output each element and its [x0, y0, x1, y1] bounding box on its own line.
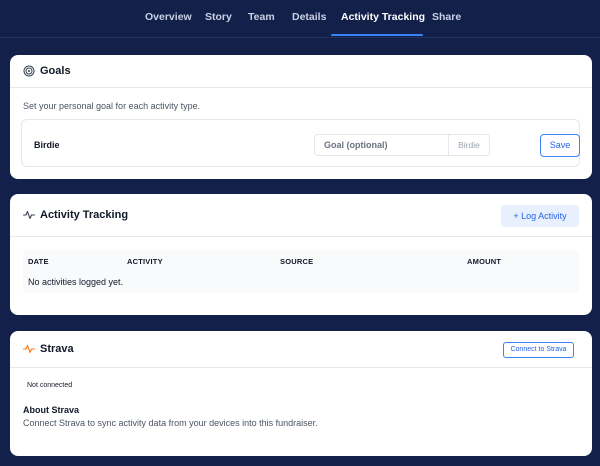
top-nav: Overview Story Team Details Activity Tra… — [0, 0, 600, 38]
goal-row: Birdie Birdie Save — [21, 119, 580, 167]
strava-title: Strava — [40, 343, 74, 355]
goal-activity-name: Birdie — [34, 140, 60, 150]
goals-card: Goals Set your personal goal for each ac… — [10, 55, 592, 179]
tab-share[interactable]: Share — [432, 0, 461, 36]
column-header-amount: AMOUNT — [467, 257, 502, 266]
strava-card: Strava Connect to Strava Not connected A… — [10, 331, 592, 456]
log-activity-button[interactable]: + Log Activity — [501, 205, 579, 227]
activity-table: DATE ACTIVITY SOURCE AMOUNT No activitie… — [23, 250, 579, 293]
connect-strava-button[interactable]: Connect to Strava — [503, 342, 574, 358]
activity-card: Activity Tracking + Log Activity DATE AC… — [10, 194, 592, 315]
activity-card-header: Activity Tracking + Log Activity — [10, 194, 592, 237]
goal-input[interactable] — [314, 134, 448, 156]
tab-activity-tracking[interactable]: Activity Tracking — [341, 0, 425, 36]
goals-title: Goals — [40, 65, 71, 77]
about-strava-title: About Strava — [23, 405, 80, 415]
strava-pulse-icon — [23, 344, 35, 354]
goals-description: Set your personal goal for each activity… — [23, 101, 201, 111]
goals-card-header: Goals — [10, 55, 592, 88]
empty-state-text: No activities logged yet. — [28, 277, 124, 287]
strava-card-header: Strava Connect to Strava — [10, 331, 592, 368]
target-icon — [23, 65, 35, 77]
tab-story[interactable]: Story — [205, 0, 232, 36]
pulse-icon — [23, 210, 35, 220]
strava-status: Not connected — [27, 382, 73, 389]
column-header-source: SOURCE — [280, 257, 314, 266]
tab-details[interactable]: Details — [292, 0, 326, 36]
tab-team[interactable]: Team — [248, 0, 275, 36]
tab-overview[interactable]: Overview — [145, 0, 192, 36]
about-strava-text: Connect Strava to sync activity data fro… — [23, 418, 318, 428]
column-header-date: DATE — [28, 257, 49, 266]
active-tab-indicator — [331, 34, 423, 36]
activity-title: Activity Tracking — [40, 209, 129, 221]
goal-unit-suffix: Birdie — [448, 134, 490, 156]
column-header-activity: ACTIVITY — [127, 257, 163, 266]
save-goal-button[interactable]: Save — [540, 134, 580, 157]
